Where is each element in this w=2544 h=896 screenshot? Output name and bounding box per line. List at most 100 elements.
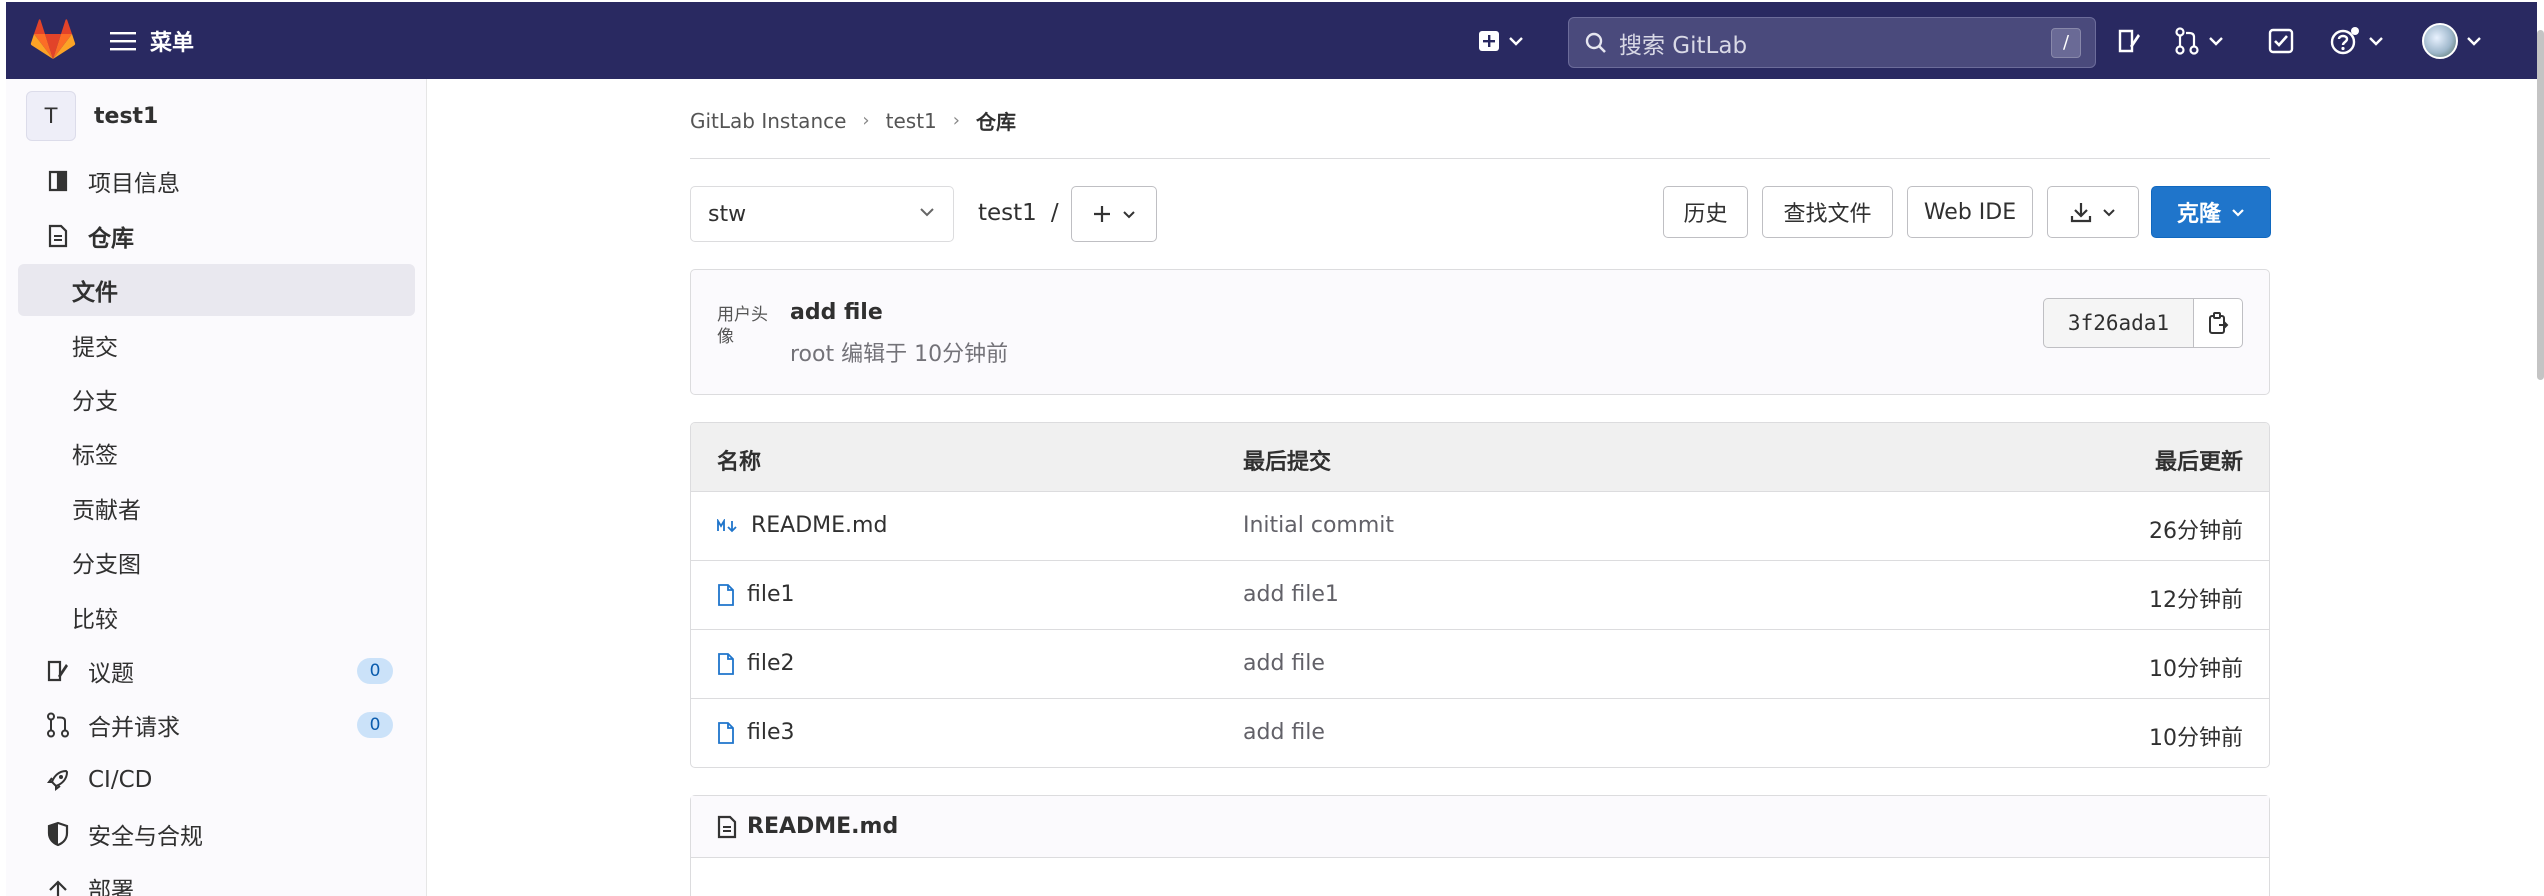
breadcrumb-current[interactable]: 仓库 (976, 106, 1016, 135)
gitlab-logo-icon[interactable] (30, 18, 76, 60)
sidebar: T test1 项目信息 仓库 文件 提交 分支 标签 贡献者 分支图 比较 议… (6, 79, 427, 896)
branch-selector[interactable]: stw (690, 186, 954, 242)
column-header-last-update: 最后更新 (2154, 450, 2243, 475)
sidebar-item-label: 安全与合规 (88, 824, 203, 850)
merge-requests-count-badge: 0 (357, 712, 393, 738)
sidebar-item-label: 合并请求 (88, 715, 180, 741)
sidebar-item-graph[interactable]: 分支图 (18, 536, 415, 588)
sidebar-item-contributors[interactable]: 贡献者 (18, 482, 415, 534)
sidebar-item-deploy[interactable]: 部署 (18, 862, 415, 896)
download-dropdown[interactable] (2047, 186, 2139, 238)
sidebar-item-label: 贡献者 (72, 498, 141, 524)
sidebar-item-files[interactable]: 文件 (18, 264, 415, 316)
file-tree-table: 名称 最后提交 最后更新 README.md Initial commit 26… (690, 422, 2270, 768)
project-header[interactable]: T test1 (26, 91, 158, 141)
sidebar-item-cicd[interactable]: CI/CD (18, 754, 415, 806)
sidebar-item-security[interactable]: 安全与合规 (18, 808, 415, 860)
help-dropdown[interactable] (2330, 22, 2384, 60)
issues-icon (2116, 28, 2142, 54)
readme-title[interactable]: README.md (747, 814, 898, 839)
deploy-icon (44, 874, 72, 896)
sidebar-item-label: 仓库 (88, 226, 134, 252)
top-navbar: 菜单 搜索 GitLab / (6, 2, 2537, 79)
file-last-commit[interactable]: add file (1243, 720, 1325, 745)
copy-sha-button[interactable] (2193, 298, 2243, 348)
search-placeholder: 搜索 GitLab (1619, 32, 1748, 59)
clone-dropdown[interactable]: 克隆 (2151, 186, 2271, 238)
history-label: 历史 (1683, 202, 1728, 227)
document-icon (717, 815, 737, 839)
copy-icon (2207, 311, 2229, 335)
file-name[interactable]: file3 (747, 720, 795, 745)
chevron-down-icon (919, 207, 935, 217)
commit-sha[interactable]: 3f26ada1 (2043, 298, 2193, 348)
sidebar-item-merge-requests[interactable]: 合并请求 0 (18, 699, 415, 751)
table-row[interactable]: file2 add file 10分钟前 (691, 630, 2269, 699)
web-ide-button[interactable]: Web IDE (1907, 186, 2033, 238)
issues-count-badge: 0 (357, 658, 393, 684)
file-last-update: 10分钟前 (2149, 726, 2243, 751)
search-icon (1585, 32, 1607, 54)
repo-path: test1 / (978, 200, 1059, 226)
sidebar-item-repository[interactable]: 仓库 (18, 210, 415, 262)
file-name-cell: file3 (717, 720, 795, 745)
sidebar-item-issues[interactable]: 议题 0 (18, 645, 415, 697)
file-name-cell: file2 (717, 651, 795, 676)
search-shortcut-key: / (2051, 27, 2081, 58)
chevron-down-icon (1508, 36, 1524, 46)
commit-title[interactable]: add file (790, 300, 883, 325)
breadcrumb-instance[interactable]: GitLab Instance (690, 109, 846, 133)
file-last-commit[interactable]: Initial commit (1243, 513, 1394, 538)
file-last-commit[interactable]: add file1 (1243, 582, 1339, 607)
file-name[interactable]: file1 (747, 582, 795, 607)
hamburger-icon (110, 31, 136, 51)
chevron-right-icon: › (862, 110, 870, 131)
divider (690, 158, 2270, 159)
sidebar-item-tags[interactable]: 标签 (18, 427, 415, 479)
file-name-cell: file1 (717, 582, 795, 607)
sidebar-item-project-info[interactable]: 项目信息 (18, 155, 415, 207)
user-menu-dropdown[interactable] (2422, 22, 2482, 60)
sidebar-item-commits[interactable]: 提交 (18, 319, 415, 371)
table-row[interactable]: file1 add file1 12分钟前 (691, 561, 2269, 630)
table-row[interactable]: file3 add file 10分钟前 (691, 699, 2269, 767)
page-scrollbar[interactable] (2537, 30, 2544, 380)
markdown-icon (717, 518, 739, 533)
path-separator: / (1050, 200, 1059, 226)
commit-author-avatar[interactable]: 用户头像 (717, 304, 769, 360)
sidebar-item-label: 比较 (72, 607, 118, 633)
file-last-update: 26分钟前 (2149, 519, 2243, 544)
chevron-down-icon (2208, 36, 2224, 46)
issues-top-button[interactable] (2116, 22, 2142, 60)
file-icon (717, 583, 735, 606)
add-to-tree-dropdown[interactable] (1071, 186, 1157, 242)
chevron-down-icon (2231, 208, 2245, 217)
file-last-commit[interactable]: add file (1243, 651, 1325, 676)
sidebar-item-branches[interactable]: 分支 (18, 373, 415, 425)
table-row[interactable]: README.md Initial commit 26分钟前 (691, 492, 2269, 561)
path-root[interactable]: test1 (978, 200, 1037, 226)
rocket-icon (44, 766, 72, 794)
sidebar-item-label: 标签 (72, 443, 118, 469)
merge-requests-top-button[interactable] (2174, 22, 2224, 60)
file-name-cell: README.md (717, 513, 887, 538)
sidebar-item-label: 议题 (88, 661, 134, 687)
readme-panel: README.md (690, 795, 2270, 896)
chevron-down-icon (1122, 210, 1136, 219)
history-button[interactable]: 历史 (1663, 186, 1748, 238)
file-name[interactable]: README.md (751, 513, 887, 538)
chevron-down-icon (2368, 36, 2384, 46)
commit-sha-group: 3f26ada1 (2043, 298, 2243, 348)
breadcrumb-project[interactable]: test1 (886, 109, 937, 133)
menu-button[interactable]: 菜单 (110, 24, 194, 58)
todos-top-button[interactable] (2268, 22, 2294, 60)
file-name[interactable]: file2 (747, 651, 795, 676)
sidebar-item-label: 分支图 (72, 552, 141, 578)
search-input[interactable]: 搜索 GitLab / (1568, 17, 2096, 68)
plus-square-icon (1478, 30, 1500, 52)
new-item-dropdown[interactable] (1478, 22, 1524, 60)
sidebar-item-compare[interactable]: 比较 (18, 591, 415, 643)
commit-meta: root 编辑于 10分钟前 (790, 342, 1009, 367)
find-file-button[interactable]: 查找文件 (1762, 186, 1893, 238)
sidebar-item-label: 提交 (72, 335, 118, 361)
